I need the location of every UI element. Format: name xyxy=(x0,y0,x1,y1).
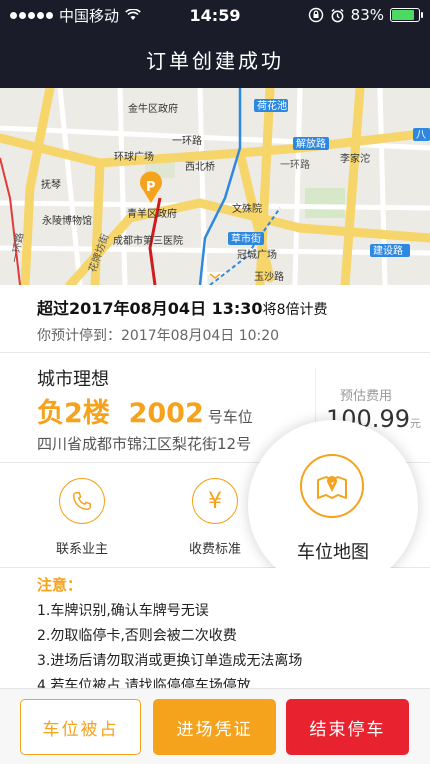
notice-line: 1.车牌识别,确认车牌号无误 xyxy=(37,603,209,619)
estimate-label: 预估费用 xyxy=(340,389,393,404)
phone-icon xyxy=(59,478,105,524)
map-label-ba: 八 xyxy=(416,130,426,141)
battery-percent: 83% xyxy=(350,6,384,24)
fee-warning: 超过2017年08月04日 13:30将8倍计费 xyxy=(37,295,412,319)
map-label-yihuanlu-e: 一环路 xyxy=(280,158,310,171)
notice-line: 2.勿取临停卡,否则会被二次收费 xyxy=(37,628,237,644)
alarm-icon xyxy=(331,8,344,22)
map-label-lijiatuo: 李家沱 xyxy=(340,152,370,165)
contact-owner-label: 联系业主 xyxy=(55,542,108,557)
status-bar: 中国移动 14:59 83% xyxy=(0,0,430,30)
map-label-yihuanlu-n: 一环路 xyxy=(172,134,202,147)
bottom-action-bar: 车位被占 进场凭证 结束停车 xyxy=(0,688,430,764)
lot-map-label: 车位地图 xyxy=(297,542,369,563)
contact-owner-button[interactable]: 联系业主 xyxy=(22,478,142,557)
map-label-wenshuyuan: 文殊院 xyxy=(232,202,262,215)
fee-multiplier: 将8倍计费 xyxy=(262,302,328,318)
map-label-yongkang: 永陵博物馆 xyxy=(42,214,92,227)
spot-occupied-button[interactable]: 车位被占 xyxy=(20,699,141,755)
fee-deadline: 超过2017年08月04日 13:30 xyxy=(37,299,263,318)
map-view[interactable]: 金牛区政府 一环路 环球广场 西北桥 李家沱 抚琴 文殊院 永陵博物馆 青羊区政… xyxy=(0,88,430,285)
map-label-jianshelu: 建设路 xyxy=(373,244,403,257)
end-parking-button[interactable]: 结束停车 xyxy=(286,699,409,755)
notice-section: 注意： 1.车牌识别,确认车牌号无误 2.勿取临停卡,否则会被二次收费 3.进场… xyxy=(0,568,430,694)
lot-map-button[interactable]: 车位地图 xyxy=(248,420,418,590)
battery-icon xyxy=(390,8,423,22)
notice-line: 3.进场后请勿取消或更换订单造成无法离场 xyxy=(37,653,303,669)
carrier-label: 中国移动 xyxy=(59,6,120,25)
notice-title: 注意： xyxy=(37,576,83,594)
map-label-jiefanglu: 解放路 xyxy=(296,137,326,150)
nav-bar: 订单创建成功 xyxy=(0,30,430,88)
yen-icon: ¥ xyxy=(192,478,238,524)
entry-voucher-button[interactable]: 进场凭证 xyxy=(153,699,276,755)
map-label-xibeiqiao: 西北桥 xyxy=(185,161,215,173)
page-title: 订单创建成功 xyxy=(146,48,284,73)
map-label-huanqiu: 环球广场 xyxy=(114,150,154,163)
map-label-hehuachi: 荷花池 xyxy=(257,99,287,112)
status-time: 14:59 xyxy=(189,5,241,25)
wifi-icon xyxy=(125,9,141,20)
map-label-caoshijie: 草市街 xyxy=(231,232,261,245)
map-canvas[interactable]: 金牛区政府 一环路 环球广场 西北桥 李家沱 抚琴 文殊院 永陵博物馆 青羊区政… xyxy=(0,88,430,285)
map-label-qingyang: 青羊区政府 xyxy=(127,207,177,220)
map-label-jinniu: 金牛区政府 xyxy=(128,102,178,115)
battery-fill xyxy=(392,10,414,20)
parking-marker-label: P xyxy=(146,180,156,195)
map-label-yushalu: 玉沙路 xyxy=(254,270,284,283)
status-left: 中国移动 xyxy=(10,5,170,26)
expected-end: 你预计停到：2017年08月04日 10:20 xyxy=(37,328,280,344)
lot-spot: 负2楼 2002 号车位 xyxy=(37,391,253,430)
lot-spot-suffix: 号车位 xyxy=(207,408,253,426)
fee-info: 超过2017年08月04日 13:30将8倍计费 你预计停到：2017年08月0… xyxy=(0,285,430,353)
lot-address: 四川省成都市锦江区梨花街12号 xyxy=(37,435,252,453)
map-pin-icon xyxy=(300,454,364,518)
lot-name: 城市理想 xyxy=(37,369,109,390)
status-right: 83% xyxy=(260,6,423,24)
lot-spot-number: 负2楼 2002 xyxy=(37,398,204,429)
rotation-lock-icon xyxy=(308,7,323,23)
signal-icon xyxy=(10,11,53,19)
map-label-cdthird: 成都市第三医院 xyxy=(113,234,183,247)
map-label-guanchengguangchang: 冠城广场 xyxy=(237,248,277,261)
estimate-unit: 元 xyxy=(409,417,421,430)
